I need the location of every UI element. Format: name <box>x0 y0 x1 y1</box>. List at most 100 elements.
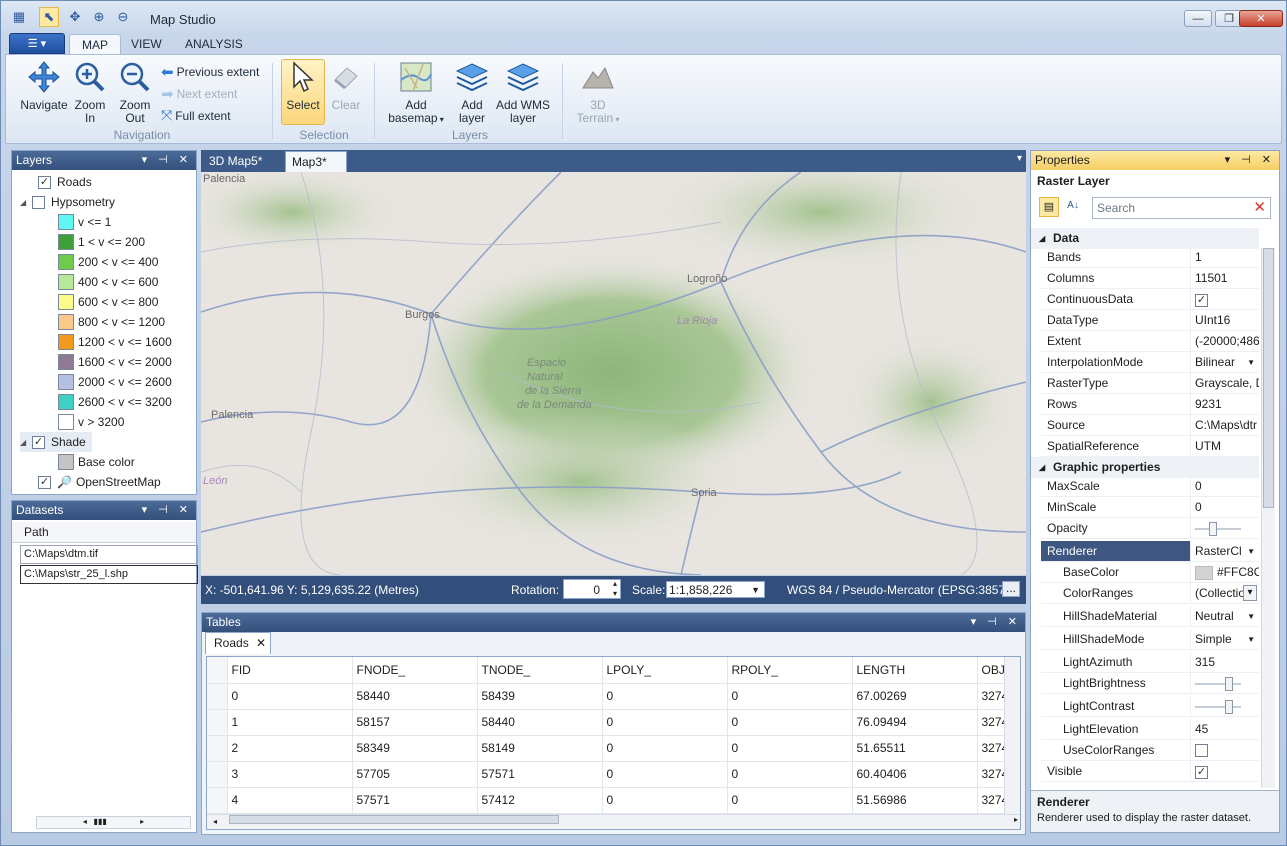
horizontal-scrollbar[interactable]: ◂ ▸ <box>207 814 1020 829</box>
column-header[interactable]: LPOLY_ <box>602 657 728 684</box>
table-cell[interactable]: 76.09494 <box>852 709 978 736</box>
column-header[interactable]: LENGTH <box>852 657 978 684</box>
property-value[interactable] <box>1191 740 1259 760</box>
tab-menu-icon[interactable]: ▾ <box>1017 153 1022 164</box>
collapse-triangle-icon[interactable]: ◢ <box>1039 228 1045 249</box>
previous-extent-button[interactable]: ⬅ Previous extent <box>161 63 259 81</box>
table-cell[interactable]: 60.40406 <box>852 761 978 788</box>
dataset-row[interactable]: C:\Maps\str_25_l.shp <box>20 565 198 584</box>
row-header[interactable] <box>207 761 228 788</box>
tab-3d-map5[interactable]: 3D Map5* <box>203 151 268 172</box>
table-cell[interactable]: 67.00269 <box>852 683 978 710</box>
table-cell[interactable]: 51.65511 <box>852 735 978 762</box>
collapse-triangle-icon[interactable]: ◢ <box>1039 457 1045 478</box>
panel-buttons[interactable]: ▾ ⊣ ✕ <box>142 501 192 520</box>
collapse-triangle-icon[interactable]: ◢ <box>20 438 30 447</box>
property-checkbox[interactable]: ✓ <box>1195 766 1208 779</box>
slider-thumb[interactable] <box>1225 677 1233 691</box>
collapse-triangle-icon[interactable]: ◢ <box>20 198 30 207</box>
spin-arrows-icon[interactable]: ▴ ▾ <box>613 579 617 599</box>
column-header[interactable]: FID <box>227 657 353 684</box>
property-row[interactable]: InterpolationMode Bilinear ▼ <box>1041 352 1259 373</box>
pan-tool-icon[interactable]: ✥ <box>65 7 85 27</box>
table-cell[interactable]: 0 <box>602 709 728 736</box>
layer-item-hypsometry[interactable]: ◢ Hypsometry <box>20 192 115 212</box>
property-category-data[interactable]: ◢ Data <box>1031 228 1259 249</box>
add-wms-layer-button[interactable]: Add WMS layer <box>494 59 552 125</box>
add-basemap-button[interactable]: Add basemap ▾ <box>386 59 446 126</box>
table-row[interactable]: 4 57571 57412 0 0 51.56986 3274 <box>207 787 1018 814</box>
collection-editor-button[interactable]: ▾ <box>1243 585 1257 601</box>
property-row[interactable]: Renderer RasterCl ▼ <box>1041 541 1259 562</box>
zoom-out-button[interactable]: Zoom Out <box>114 59 156 125</box>
table-cell[interactable]: 58440 <box>352 683 478 710</box>
property-row[interactable]: Opacity <box>1041 518 1259 539</box>
slider-thumb[interactable] <box>1209 522 1217 536</box>
row-header[interactable] <box>207 709 228 736</box>
property-row[interactable]: LightElevation 45 <box>1041 719 1259 740</box>
property-row[interactable]: LightContrast <box>1041 696 1259 717</box>
property-value[interactable]: 315 <box>1191 652 1259 672</box>
vertical-scrollbar[interactable] <box>1004 657 1020 815</box>
property-row[interactable]: Bands 1 <box>1041 247 1259 268</box>
layer-checkbox[interactable]: ✓ <box>38 175 51 189</box>
property-row[interactable]: LightAzimuth 315 <box>1041 652 1259 673</box>
table-cell[interactable]: 0 <box>727 683 853 710</box>
property-row[interactable]: Rows 9231 <box>1041 394 1259 415</box>
table-cell[interactable]: 0 <box>727 787 853 814</box>
table-cell[interactable]: 3 <box>227 761 353 788</box>
property-row[interactable]: LightBrightness <box>1041 673 1259 694</box>
value-slider[interactable] <box>1195 696 1241 716</box>
property-value[interactable] <box>1191 696 1259 716</box>
property-row[interactable]: Extent (-20000;486 <box>1041 331 1259 352</box>
table-cell[interactable]: 0 <box>602 735 728 762</box>
property-value[interactable] <box>1191 518 1259 538</box>
file-menu-button[interactable]: ☰ ▾ <box>9 33 65 54</box>
scale-select[interactable]: 1:1,858,226 ▼ <box>666 581 765 598</box>
property-value[interactable]: Simple ▼ <box>1191 629 1259 649</box>
minimize-button[interactable]: — <box>1184 10 1212 27</box>
property-row[interactable]: ColorRanges (Collectio ▾ <box>1041 583 1259 604</box>
table-cell[interactable]: 2 <box>227 735 353 762</box>
zoom-in-tool-icon[interactable]: ⊕ <box>89 7 109 27</box>
path-column-header[interactable]: Path <box>12 522 196 543</box>
table-cell[interactable]: 57571 <box>477 761 603 788</box>
property-search-input[interactable]: Search ✕ <box>1092 197 1271 219</box>
property-value[interactable]: 9231 <box>1191 394 1259 414</box>
dropdown-arrow-icon[interactable]: ▼ <box>1247 606 1255 626</box>
property-checkbox[interactable]: ✓ <box>1195 294 1208 307</box>
vertical-scrollbar[interactable] <box>1261 248 1275 788</box>
table-cell[interactable]: 51.56986 <box>852 787 978 814</box>
property-value[interactable]: RasterCl ▼ <box>1191 541 1259 561</box>
property-row[interactable]: RasterType Grayscale, D <box>1041 373 1259 394</box>
table-cell[interactable]: 57412 <box>477 787 603 814</box>
property-row[interactable]: HillShadeMode Simple ▼ <box>1041 629 1259 650</box>
property-value[interactable]: 0 <box>1191 476 1259 496</box>
table-cell[interactable]: 58349 <box>352 735 478 762</box>
property-row[interactable]: Visible ✓ <box>1041 761 1259 782</box>
column-header[interactable]: TNODE_ <box>477 657 603 684</box>
table-cell[interactable]: 4 <box>227 787 353 814</box>
row-header[interactable] <box>207 735 228 762</box>
table-cell[interactable]: 58149 <box>477 735 603 762</box>
map-view[interactable]: Palencia Burgos Logroño La Rioja Espacio… <box>201 172 1026 575</box>
rotation-input[interactable]: 0 ▴ ▾ <box>563 579 621 599</box>
property-value[interactable]: 45 <box>1191 719 1259 739</box>
property-value[interactable]: #FFC8C <box>1191 562 1259 582</box>
categorized-view-icon[interactable]: ▤ <box>1039 197 1059 217</box>
table-cell[interactable]: 0 <box>727 709 853 736</box>
layer-item-roads[interactable]: ✓ Roads <box>38 172 92 192</box>
clear-search-icon[interactable]: ✕ <box>1253 198 1266 218</box>
table-row[interactable]: 2 58349 58149 0 0 51.65511 3274 <box>207 735 1018 762</box>
property-value[interactable] <box>1191 673 1259 693</box>
dropdown-arrow-icon[interactable]: ▼ <box>1247 352 1255 372</box>
table-row[interactable]: 3 57705 57571 0 0 60.40406 3274 <box>207 761 1018 788</box>
property-value[interactable]: ✓ <box>1191 289 1259 309</box>
table-cell[interactable]: 0 <box>602 683 728 710</box>
panel-buttons[interactable]: ▾ ⊣ ✕ <box>142 151 192 170</box>
table-cell[interactable]: 58440 <box>477 709 603 736</box>
panel-buttons[interactable]: ▾ ⊣ ✕ <box>1225 151 1275 170</box>
table-cell[interactable]: 58439 <box>477 683 603 710</box>
property-row[interactable]: UseColorRanges <box>1041 740 1259 761</box>
property-value[interactable]: ✓ <box>1191 761 1259 781</box>
